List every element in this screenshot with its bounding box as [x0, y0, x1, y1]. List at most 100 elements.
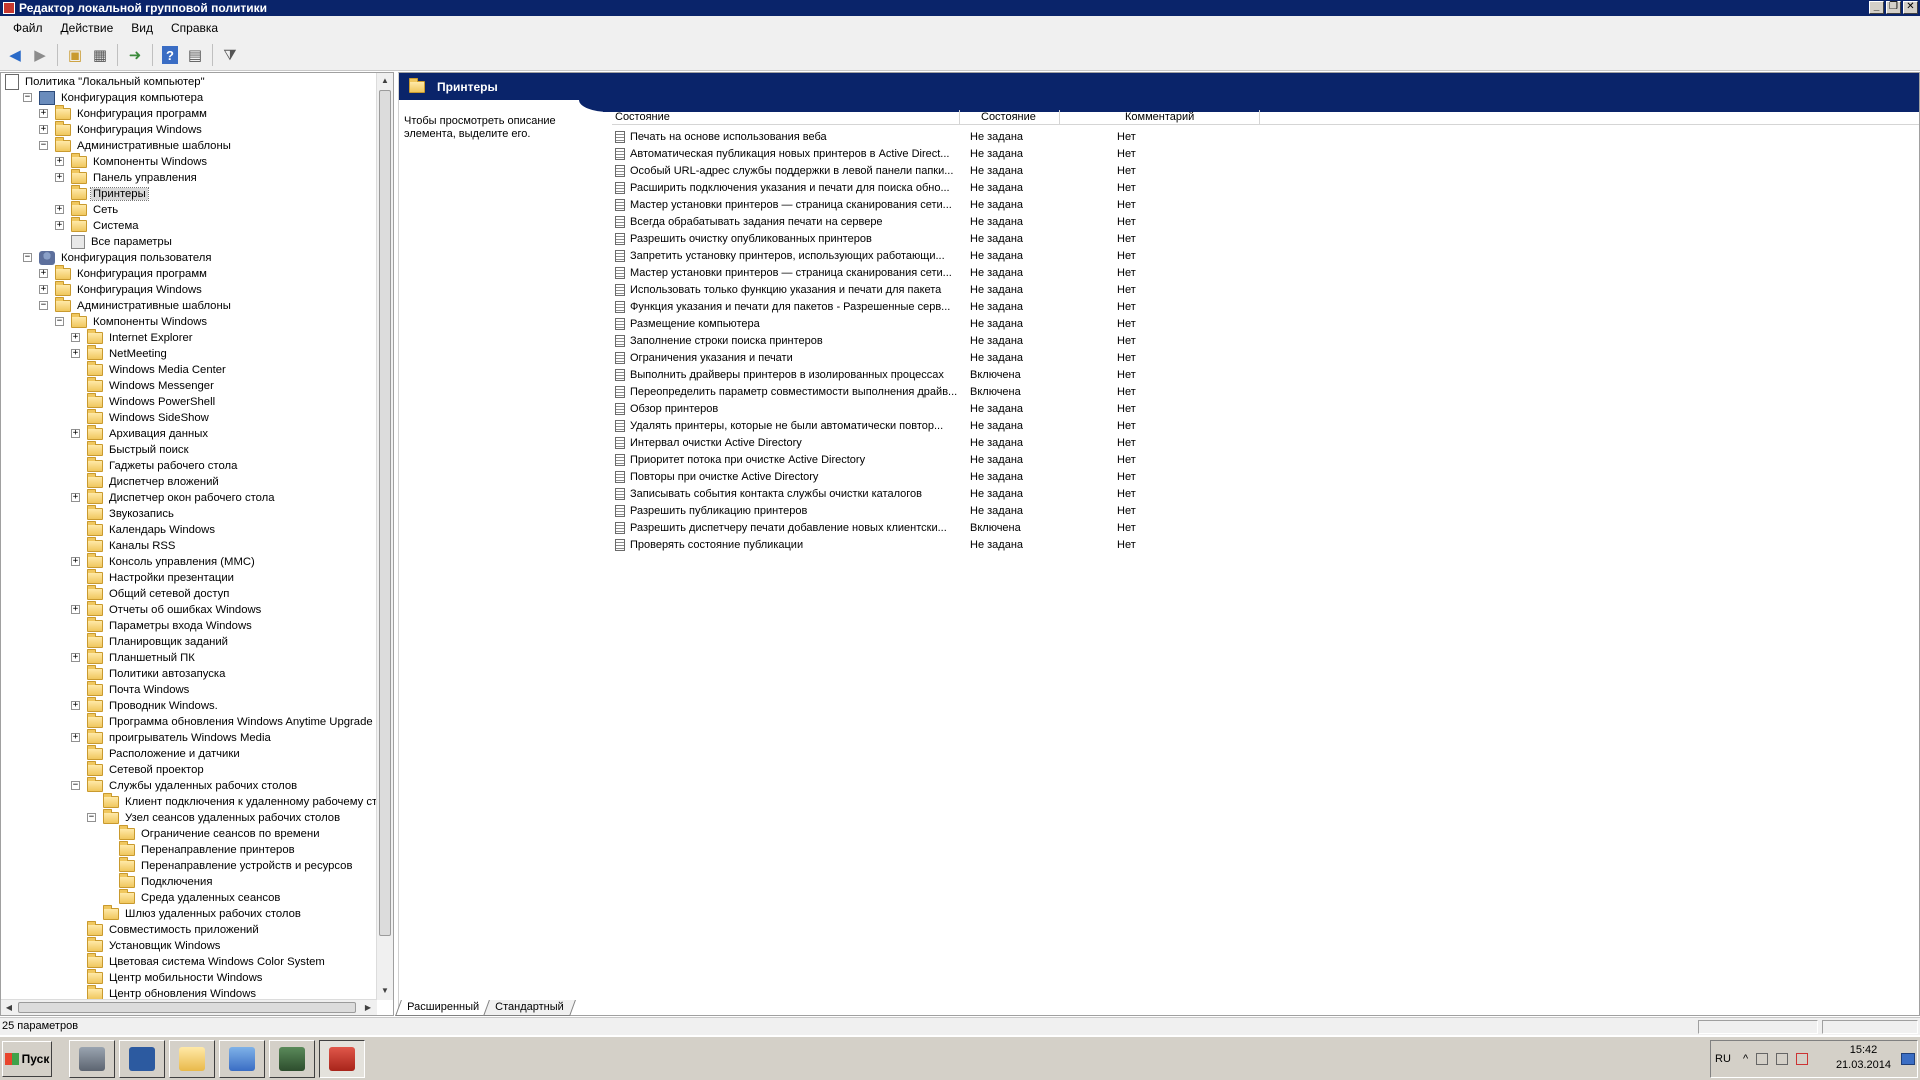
list-item[interactable]: Печать на основе использования веба Не за…: [612, 128, 1177, 145]
properties-icon[interactable]: ▤: [184, 44, 206, 66]
minimize-button[interactable]: _: [1869, 1, 1884, 14]
tree-item[interactable]: Политика "Локальный компьютер": [5, 74, 207, 90]
collapse-icon[interactable]: −: [87, 813, 96, 822]
tree-item[interactable]: + Конфигурация программ: [39, 265, 209, 282]
expand-icon[interactable]: +: [71, 493, 80, 502]
tree-item[interactable]: + Конфигурация Windows: [39, 281, 204, 298]
collapse-icon[interactable]: −: [55, 317, 64, 326]
collapse-icon[interactable]: −: [23, 93, 32, 102]
list-item[interactable]: Автоматическая публикация новых принтеро…: [612, 145, 1177, 162]
scroll-up-icon[interactable]: ▲: [377, 73, 393, 89]
action-center-flag-icon[interactable]: [1756, 1053, 1769, 1065]
clock[interactable]: 15:42 21.03.2014: [1836, 1043, 1891, 1073]
tree-item[interactable]: Windows SideShow: [87, 409, 211, 426]
tree-item[interactable]: + Internet Explorer: [71, 329, 195, 346]
expand-icon[interactable]: +: [71, 429, 80, 438]
column-header-comment[interactable]: Комментарий: [1060, 110, 1260, 125]
expand-icon[interactable]: +: [71, 733, 80, 742]
tree-item[interactable]: Почта Windows: [87, 681, 191, 698]
tree-item[interactable]: Расположение и датчики: [87, 745, 242, 762]
tree-item[interactable]: Windows Media Center: [87, 361, 228, 378]
tree-item[interactable]: + проигрыватель Windows Media: [71, 729, 273, 746]
language-indicator[interactable]: RU: [1715, 1053, 1739, 1065]
list-item[interactable]: Повторы при очистке Active Directory Не з…: [612, 468, 1177, 485]
tree-item[interactable]: − Компоненты Windows: [55, 313, 209, 330]
tree-item[interactable]: Принтеры: [71, 185, 149, 202]
expand-icon[interactable]: +: [39, 285, 48, 294]
tree-item[interactable]: Программа обновления Windows Anytime Upg…: [87, 713, 375, 730]
scroll-thumb-horizontal[interactable]: [18, 1002, 356, 1013]
list-item[interactable]: Расширить подключения указания и печати …: [612, 179, 1177, 196]
tree-item[interactable]: − Административные шаблоны: [39, 137, 233, 154]
tree-item[interactable]: + Диспетчер окон рабочего стола: [71, 489, 277, 506]
collapse-icon[interactable]: −: [71, 781, 80, 790]
tree-item[interactable]: + Архивация данных: [71, 425, 210, 442]
network-icon[interactable]: [1776, 1053, 1789, 1065]
list-item[interactable]: Выполнить драйверы принтеров в изолирова…: [612, 366, 1177, 383]
column-header-setting[interactable]: Состояние: [612, 110, 960, 125]
expand-icon[interactable]: +: [55, 205, 64, 214]
menu-help[interactable]: Справка: [162, 19, 227, 37]
list-item[interactable]: Использовать только функцию указания и п…: [612, 281, 1177, 298]
column-header-state[interactable]: Состояние: [960, 110, 1060, 125]
tree-item[interactable]: Параметры входа Windows: [87, 617, 254, 634]
scroll-right-icon[interactable]: ▶: [360, 1000, 376, 1015]
taskbar-gpedit[interactable]: [319, 1040, 365, 1078]
list-item[interactable]: Приоритет потока при очистке Active Dire…: [612, 451, 1177, 468]
tree-item[interactable]: Планировщик заданий: [87, 633, 230, 650]
list-item[interactable]: Удалять принтеры, которые не были автома…: [612, 417, 1177, 434]
list-item[interactable]: Проверять состояние публикации Не задана Н…: [612, 536, 1177, 553]
tree-item[interactable]: + Планшетный ПК: [71, 649, 197, 666]
tree-item[interactable]: Клиент подключения к удаленному рабочему…: [103, 793, 377, 810]
expand-icon[interactable]: +: [71, 605, 80, 614]
tree-item[interactable]: Перенаправление устройств и ресурсов: [119, 857, 354, 874]
list-item[interactable]: Запретить установку принтеров, использую…: [612, 247, 1177, 264]
tree-item[interactable]: Центр мобильности Windows: [87, 969, 264, 986]
taskbar-task-manager[interactable]: [269, 1040, 315, 1078]
volume-muted-icon[interactable]: [1796, 1053, 1809, 1065]
tree-item[interactable]: + Система: [55, 217, 141, 234]
scroll-left-icon[interactable]: ◀: [1, 1000, 17, 1015]
tree-item[interactable]: − Конфигурация пользователя: [23, 250, 214, 266]
taskbar-powershell[interactable]: [119, 1040, 165, 1078]
taskbar-control-panel[interactable]: [219, 1040, 265, 1078]
tree-item[interactable]: + Панель управления: [55, 169, 199, 186]
expand-icon[interactable]: +: [39, 269, 48, 278]
tree-item[interactable]: Среда удаленных сеансов: [119, 889, 282, 906]
tree-item[interactable]: + Компоненты Windows: [55, 153, 209, 170]
tab-standard[interactable]: Стандартный: [483, 1000, 576, 1016]
back-icon[interactable]: ◀: [4, 44, 26, 66]
expand-icon[interactable]: +: [55, 221, 64, 230]
tree-item[interactable]: Календарь Windows: [87, 521, 217, 538]
scroll-down-icon[interactable]: ▼: [377, 983, 393, 999]
collapse-icon[interactable]: −: [23, 253, 32, 262]
tree-item[interactable]: Windows Messenger: [87, 377, 216, 394]
list-item[interactable]: Всегда обрабатывать задания печати на се…: [612, 213, 1177, 230]
expand-icon[interactable]: +: [71, 333, 80, 342]
tree-item[interactable]: − Административные шаблоны: [39, 297, 233, 314]
list-item[interactable]: Мастер установки принтеров — страница ск…: [612, 264, 1177, 281]
tree-item[interactable]: Центр обновления Windows: [87, 985, 258, 1000]
tree-item[interactable]: + Консоль управления (MMC): [71, 553, 257, 570]
tree-item[interactable]: Все параметры: [71, 234, 174, 250]
tree-item[interactable]: + NetMeeting: [71, 345, 169, 362]
menu-view[interactable]: Вид: [122, 19, 162, 37]
taskbar-server-manager[interactable]: [69, 1040, 115, 1078]
tree-item[interactable]: Установщик Windows: [87, 937, 222, 954]
tree-item[interactable]: Гаджеты рабочего стола: [87, 457, 239, 474]
tab-extended[interactable]: Расширенный: [395, 1000, 491, 1016]
list-item[interactable]: Функция указания и печати для пакетов - …: [612, 298, 1177, 315]
list-item[interactable]: Заполнение строки поиска принтеров Не зад…: [612, 332, 1177, 349]
close-button[interactable]: ✕: [1903, 1, 1918, 14]
show-desktop-icon[interactable]: [1901, 1053, 1915, 1065]
scroll-thumb[interactable]: [379, 90, 391, 936]
help-icon[interactable]: ?: [162, 46, 178, 64]
filter-icon[interactable]: ⧩: [219, 44, 241, 66]
expand-icon[interactable]: +: [71, 349, 80, 358]
menu-file[interactable]: Файл: [4, 19, 52, 37]
taskbar-explorer[interactable]: [169, 1040, 215, 1078]
tree-item[interactable]: + Сеть: [55, 201, 120, 218]
tree-item[interactable]: + Конфигурация Windows: [39, 121, 204, 138]
list-item[interactable]: Размещение компьютера Не задана Нет: [612, 315, 1177, 332]
collapse-icon[interactable]: −: [39, 301, 48, 310]
